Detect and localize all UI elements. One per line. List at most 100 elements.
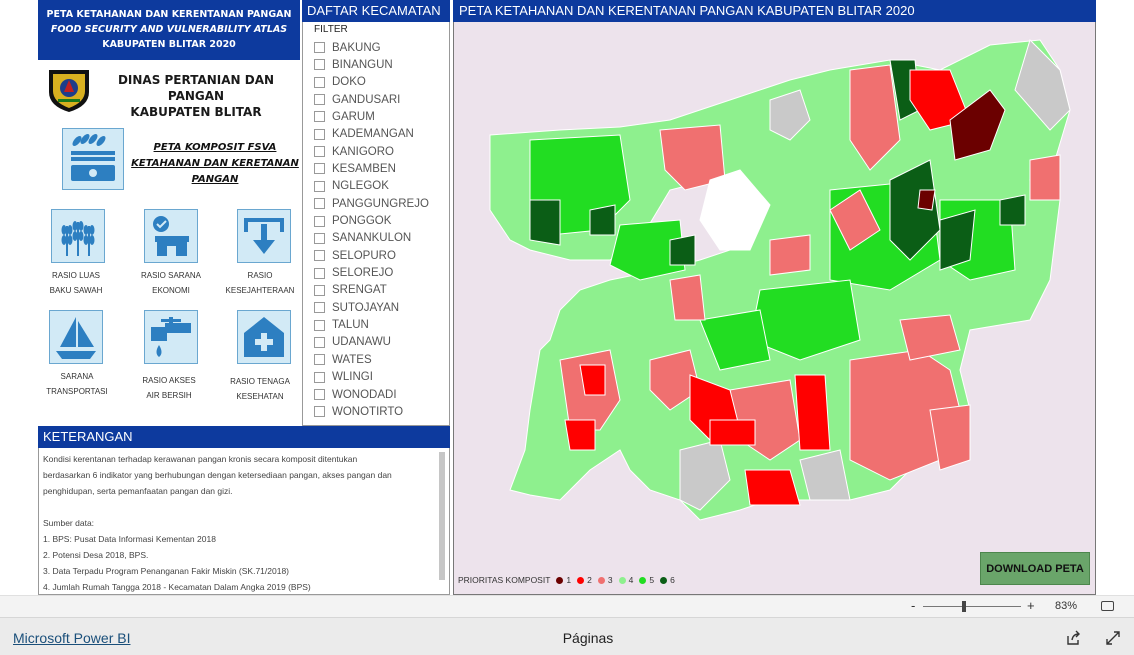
wheat-icon[interactable] <box>51 209 105 263</box>
kecamatan-filter-item[interactable]: GARUM <box>314 108 375 125</box>
checkbox[interactable] <box>314 267 325 279</box>
kecamatan-filter-item[interactable]: DOKO <box>314 74 366 91</box>
checkbox[interactable] <box>314 371 325 383</box>
map-region[interactable] <box>579 364 606 396</box>
kecamatan-label: KANIGORO <box>332 145 394 158</box>
blitar-choropleth-map[interactable] <box>470 30 1090 540</box>
checkbox[interactable] <box>314 76 325 88</box>
indicator-label: SARANA <box>60 372 94 381</box>
checkbox[interactable] <box>314 146 325 158</box>
checkbox[interactable] <box>314 232 325 244</box>
zoom-in-button[interactable]: + <box>1027 598 1035 613</box>
checkbox[interactable] <box>314 198 325 210</box>
checkbox[interactable] <box>314 163 325 175</box>
kecamatan-filter-item[interactable]: SRENGAT <box>314 282 387 299</box>
zoom-percent: 83% <box>1055 600 1078 612</box>
legend-items: 1 2 3 4 5 6 <box>550 575 675 585</box>
checkbox[interactable] <box>314 215 325 227</box>
checkbox[interactable] <box>314 284 325 296</box>
map-region[interactable] <box>669 234 696 266</box>
share-icon[interactable] <box>1066 630 1082 651</box>
map-legend: PRIORITAS KOMPOSIT 1 2 3 4 5 6 <box>458 575 675 585</box>
sailboat-icon[interactable] <box>49 310 103 364</box>
kecamatan-filter-item[interactable]: UDANAWU <box>314 334 391 351</box>
kecamatan-filter-item[interactable]: WLINGI <box>314 369 373 386</box>
map-region[interactable] <box>669 274 706 321</box>
indicator-transportasi[interactable]: SARANA TRANSPORTASI <box>32 369 122 399</box>
legend-label: 3 <box>607 575 613 585</box>
kecamatan-filter-item[interactable]: SANANKULON <box>314 230 411 247</box>
checkbox[interactable] <box>314 180 325 192</box>
kecamatan-label: SUTOJAYAN <box>332 301 400 314</box>
legend-item: 3 <box>597 575 613 585</box>
indicator-label: KESEHATAN <box>236 392 284 401</box>
kecamatan-filter-item[interactable]: SELOPURO <box>314 247 396 264</box>
indicator-air-bersih[interactable]: RASIO AKSES AIR BERSIH <box>124 373 214 403</box>
indicator-label: RASIO AKSES <box>142 376 196 385</box>
map-region[interactable] <box>1029 154 1061 201</box>
indicator-kesejahteraan[interactable]: RASIO KESEJAHTERAAN <box>215 268 305 298</box>
checkbox[interactable] <box>314 128 325 140</box>
indicator-luas-sawah[interactable]: RASIO LUAS BAKU SAWAH <box>31 268 121 298</box>
map-region[interactable] <box>999 194 1026 226</box>
kecamatan-filter-item[interactable]: BINANGUN <box>314 56 393 73</box>
store-icon[interactable] <box>144 209 198 263</box>
map-region[interactable] <box>709 419 756 446</box>
download-map-button[interactable]: DOWNLOAD PETA <box>980 552 1090 585</box>
pages-button[interactable]: Páginas <box>0 630 1134 646</box>
zoom-out-button[interactable]: - <box>911 598 915 613</box>
kecamatan-filter-item[interactable]: WONOTIRTO <box>314 403 403 420</box>
kecamatan-label: SANANKULON <box>332 232 412 245</box>
map-region[interactable] <box>589 204 616 236</box>
kecamatan-filter-item[interactable]: WONODADI <box>314 386 397 403</box>
map-region[interactable] <box>744 469 801 506</box>
kecamatan-filter-item[interactable]: KESAMBEN <box>314 160 396 177</box>
checkbox[interactable] <box>314 42 325 53</box>
kecamatan-filter-item[interactable]: TALUN <box>314 317 369 334</box>
kecamatan-filter-item[interactable]: GANDUSARI <box>314 91 400 108</box>
komposit-money-icon[interactable] <box>62 128 124 190</box>
indicator-label: RASIO <box>247 271 273 280</box>
indicator-tenaga-kesehatan[interactable]: RASIO TENAGA KESEHATAN <box>215 374 305 404</box>
checkbox[interactable] <box>314 111 325 123</box>
zoom-slider-track[interactable] <box>923 606 1021 607</box>
kecamatan-filter-item[interactable]: WATES <box>314 351 372 368</box>
legend-item: 1 <box>556 575 571 585</box>
checkbox[interactable] <box>314 302 325 314</box>
zoom-slider-thumb[interactable] <box>962 601 967 612</box>
komposit-link[interactable]: PETA KOMPOSIT FSVA KETAHANAN DAN KERETAN… <box>130 140 300 188</box>
kecamatan-filter-item[interactable]: KANIGORO <box>314 143 394 160</box>
keterangan-scrollbar[interactable] <box>439 452 445 580</box>
kecamatan-filter-item[interactable]: PONGGOK <box>314 213 391 230</box>
checkbox[interactable] <box>314 406 325 418</box>
map-region[interactable] <box>769 234 811 276</box>
map-region[interactable] <box>564 419 596 451</box>
checkbox[interactable] <box>314 354 325 366</box>
map-region[interactable] <box>529 199 561 246</box>
fit-to-page-icon[interactable] <box>1101 601 1114 611</box>
kecamatan-filter-item[interactable]: SELOREJO <box>314 265 393 282</box>
kecamatan-label: BAKUNG <box>332 41 381 54</box>
indicator-sarana-ekonomi[interactable]: RASIO SARANA EKONOMI <box>126 268 216 298</box>
checkbox[interactable] <box>314 389 325 400</box>
checkbox[interactable] <box>314 319 325 331</box>
indicator-label: KESEJAHTERAAN <box>225 286 295 295</box>
kecamatan-filter-item[interactable]: PANGGUNGREJO <box>314 195 429 212</box>
checkbox[interactable] <box>314 336 325 348</box>
header-region: KABUPATEN BLITAR 2020 <box>102 39 236 50</box>
health-house-icon[interactable] <box>237 310 291 364</box>
faucet-icon[interactable] <box>144 310 198 364</box>
download-tray-icon[interactable] <box>237 209 291 263</box>
kecamatan-filter-item[interactable]: KADEMANGAN <box>314 126 414 143</box>
checkbox[interactable] <box>314 94 325 106</box>
report-header: PETA KETAHANAN DAN KERENTANAN PANGAN FOO… <box>38 0 300 60</box>
map-region[interactable] <box>794 374 831 451</box>
fullscreen-icon[interactable] <box>1105 630 1121 651</box>
checkbox[interactable] <box>314 250 325 262</box>
map-region[interactable] <box>917 189 936 211</box>
kecamatan-filter-item[interactable]: NGLEGOK <box>314 178 389 195</box>
checkbox[interactable] <box>314 59 325 71</box>
kecamatan-label: KADEMANGAN <box>332 128 414 141</box>
kecamatan-filter-item[interactable]: SUTOJAYAN <box>314 299 399 316</box>
kecamatan-filter-item[interactable]: BAKUNG <box>314 39 381 56</box>
